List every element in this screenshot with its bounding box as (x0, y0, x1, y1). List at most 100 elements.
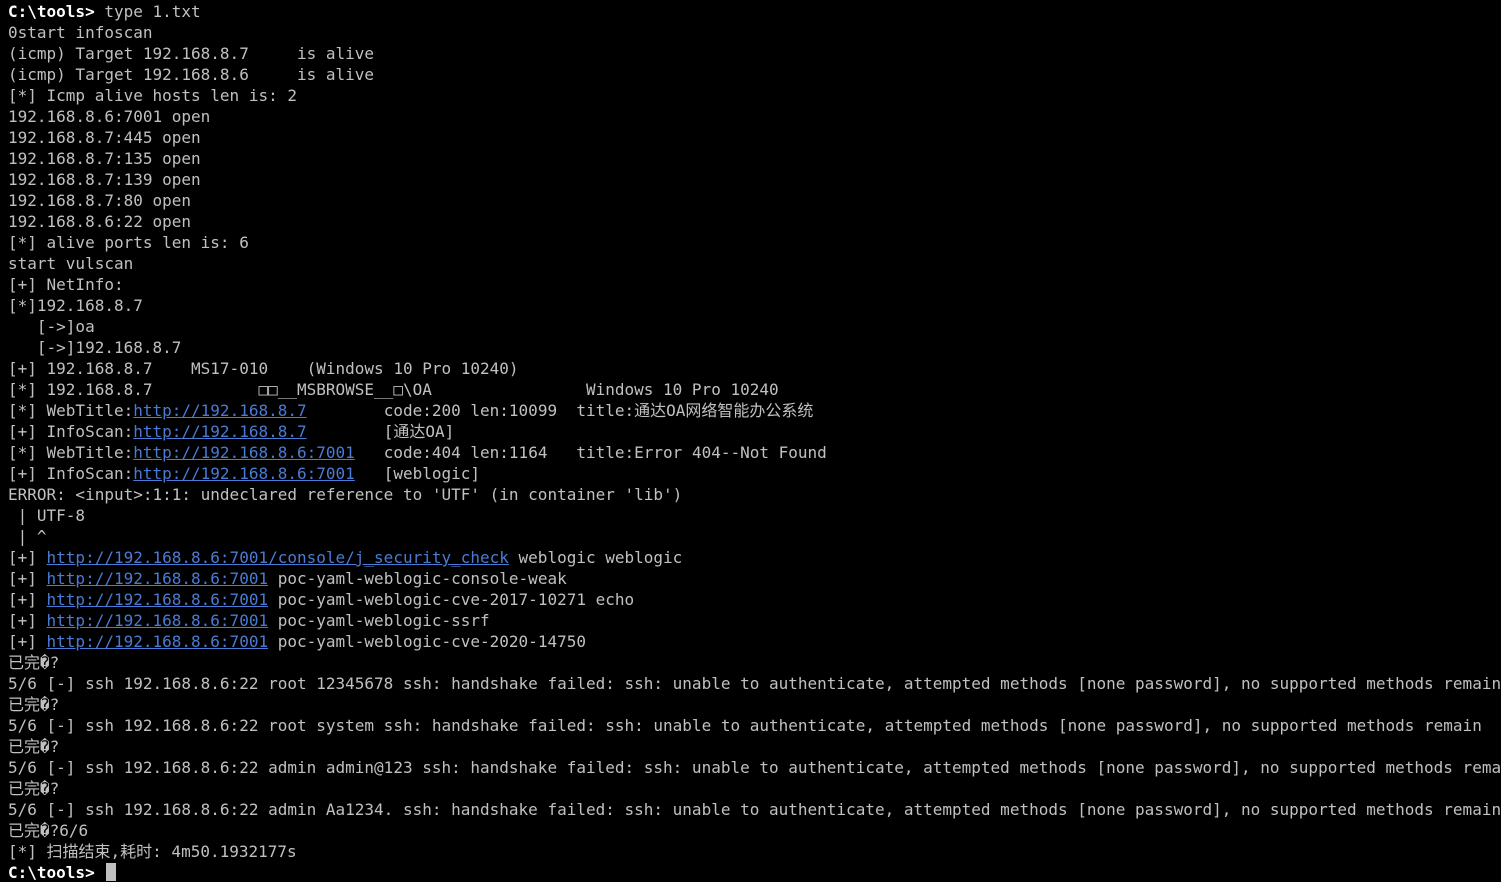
prompt-path: C:\tools> (8, 863, 105, 882)
console-line: 已完�? (8, 652, 1501, 673)
url-link[interactable]: http://192.168.8.7 (133, 422, 306, 441)
console-line: [*] 192.168.8.7 □□__MSBROWSE__□\OA Windo… (8, 379, 1501, 400)
console-line: | UTF-8 (8, 505, 1501, 526)
output-text: 已完�? (8, 779, 60, 798)
console-line: [*] WebTitle:http://192.168.8.7 code:200… (8, 400, 1501, 421)
console-line: 已完�? (8, 736, 1501, 757)
console-line: 5/6 [-] ssh 192.168.8.6:22 admin admin@1… (8, 757, 1501, 778)
console-line: 192.168.8.7:139 open (8, 169, 1501, 190)
console-line: 192.168.8.7:445 open (8, 127, 1501, 148)
output-text: 192.168.8.6:22 open (8, 212, 192, 231)
output-text: weblogic weblogic (508, 548, 683, 567)
output-text: [*] alive ports len is: 6 (8, 233, 249, 252)
console-line: [*]192.168.8.7 (8, 295, 1501, 316)
output-text: 0start infoscan (8, 23, 153, 42)
output-text: [*]192.168.8.7 (8, 296, 143, 315)
console-line: | ^ (8, 526, 1501, 547)
output-text: [*] Icmp alive hosts len is: 2 (8, 86, 297, 105)
console-line: [*] 扫描结束,耗时: 4m50.1932177s (8, 841, 1501, 862)
output-text: 192.168.8.6:7001 open (8, 107, 211, 126)
output-text: [+] InfoScan: (8, 422, 134, 441)
command-prompt-line: C:\tools> (8, 862, 1501, 882)
url-link[interactable]: http://192.168.8.6:7001 (133, 443, 355, 462)
console-line: 已完�? (8, 694, 1501, 715)
console-line: [*] alive ports len is: 6 (8, 232, 1501, 253)
output-text: | UTF-8 (8, 506, 86, 525)
url-link[interactable]: http://192.168.8.7 (133, 401, 306, 420)
output-text: poc-yaml-weblogic-cve-2020-14750 (268, 632, 586, 651)
console-line: [->]192.168.8.7 (8, 337, 1501, 358)
console-line: 已完�?6/6 (8, 820, 1501, 841)
url-link[interactable]: http://192.168.8.6:7001 (47, 611, 269, 630)
console-line: 192.168.8.6:7001 open (8, 106, 1501, 127)
output-text: [*] WebTitle: (8, 401, 134, 420)
console-line: C:\tools> type 1.txt (8, 1, 1501, 22)
url-link[interactable]: http://192.168.8.6:7001 (47, 590, 269, 609)
prompt-path: C:\tools> (8, 2, 105, 21)
output-text: [+] InfoScan: (8, 464, 134, 483)
output-text: 5/6 [-] ssh 192.168.8.6:22 root system s… (8, 716, 1482, 735)
output-text: [*] 192.168.8.7 □□__MSBROWSE__□\OA Windo… (8, 380, 779, 399)
output-text: | ^ (8, 527, 47, 546)
output-text: (icmp) Target 192.168.8.6 is alive (8, 65, 375, 84)
console-line: [+] http://192.168.8.6:7001 poc-yaml-web… (8, 589, 1501, 610)
console-line: 已完�? (8, 778, 1501, 799)
console-line: [+] 192.168.8.7 MS17-010 (Windows 10 Pro… (8, 358, 1501, 379)
output-text: code:404 len:1164 title:Error 404--Not F… (354, 443, 827, 462)
output-text: [+] NetInfo: (8, 275, 124, 294)
url-link[interactable]: http://192.168.8.6:7001 (133, 464, 355, 483)
output-text: 192.168.8.7:139 open (8, 170, 201, 189)
console-line: 5/6 [-] ssh 192.168.8.6:22 admin Aa1234.… (8, 799, 1501, 820)
console-line: 192.168.8.7:135 open (8, 148, 1501, 169)
console-line: start vulscan (8, 253, 1501, 274)
console-line: [*] Icmp alive hosts len is: 2 (8, 85, 1501, 106)
output-text: 已完�? (8, 695, 60, 714)
output-text: 192.168.8.7:135 open (8, 149, 201, 168)
console-line: [+] InfoScan:http://192.168.8.7 [通达OA] (8, 421, 1501, 442)
text-cursor (106, 863, 117, 881)
console-line: [+] http://192.168.8.6:7001/console/j_se… (8, 547, 1501, 568)
output-text: 192.168.8.7:80 open (8, 191, 192, 210)
console-line: [+] http://192.168.8.6:7001 poc-yaml-web… (8, 631, 1501, 652)
output-text: [->]oa (8, 317, 95, 336)
console-line: 192.168.8.7:80 open (8, 190, 1501, 211)
output-text: [*] WebTitle: (8, 443, 134, 462)
url-link[interactable]: http://192.168.8.6:7001 (47, 569, 269, 588)
console-line: [+] NetInfo: (8, 274, 1501, 295)
output-text: [+] (8, 548, 47, 567)
output-text: code:200 len:10099 title:通达OA网络智能办公系统 (306, 401, 814, 420)
console-line: [+] http://192.168.8.6:7001 poc-yaml-web… (8, 568, 1501, 589)
output-text: poc-yaml-weblogic-ssrf (268, 611, 490, 630)
console-line: [+] InfoScan:http://192.168.8.6:7001 [we… (8, 463, 1501, 484)
output-text: 已完�?6/6 (8, 821, 89, 840)
console-line: 5/6 [-] ssh 192.168.8.6:22 root 12345678… (8, 673, 1501, 694)
console-output[interactable]: C:\tools> type 1.txt 0start infoscan (icmp… (0, 0, 1501, 882)
output-text: [通达OA] (306, 422, 455, 441)
console-line: [->]oa (8, 316, 1501, 337)
output-text: 已完�? (8, 737, 60, 756)
output-text: [+] (8, 611, 47, 630)
console-line: ERROR: <input>:1:1: undeclared reference… (8, 484, 1501, 505)
console-line: 192.168.8.6:22 open (8, 211, 1501, 232)
output-text: [weblogic] (354, 464, 481, 483)
output-text: [+] (8, 590, 47, 609)
console-line: (icmp) Target 192.168.8.7 is alive (8, 43, 1501, 64)
output-text: poc-yaml-weblogic-cve-2017-10271 echo (268, 590, 635, 609)
output-text: 5/6 [-] ssh 192.168.8.6:22 admin Aa1234.… (8, 800, 1501, 819)
console-line: [*] WebTitle:http://192.168.8.6:7001 cod… (8, 442, 1501, 463)
output-text: [+] (8, 632, 47, 651)
output-text: 5/6 [-] ssh 192.168.8.6:22 admin admin@1… (8, 758, 1501, 777)
console-line: 0start infoscan (8, 22, 1501, 43)
output-text: [->]192.168.8.7 (8, 338, 182, 357)
url-link[interactable]: http://192.168.8.6:7001 (47, 632, 269, 651)
output-text: start vulscan (8, 254, 134, 273)
console-line: (icmp) Target 192.168.8.6 is alive (8, 64, 1501, 85)
output-text: [+] 192.168.8.7 MS17-010 (Windows 10 Pro… (8, 359, 519, 378)
output-text: 192.168.8.7:445 open (8, 128, 201, 147)
output-text: 已完�? (8, 653, 60, 672)
output-text: [+] (8, 569, 47, 588)
console-line: 5/6 [-] ssh 192.168.8.6:22 root system s… (8, 715, 1501, 736)
output-text: (icmp) Target 192.168.8.7 is alive (8, 44, 375, 63)
url-link[interactable]: http://192.168.8.6:7001/console/j_securi… (47, 548, 509, 567)
console-line: [+] http://192.168.8.6:7001 poc-yaml-web… (8, 610, 1501, 631)
